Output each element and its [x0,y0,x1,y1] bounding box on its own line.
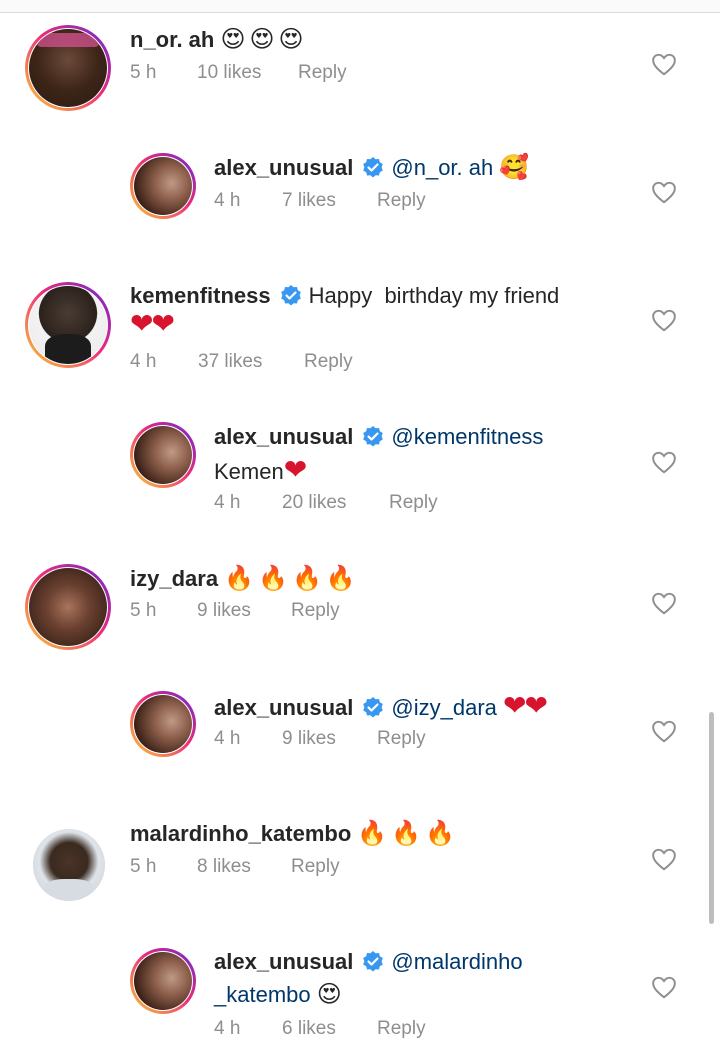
timestamp: 4 h [214,492,241,513]
reply-button[interactable]: Reply [377,190,426,212]
reply-button[interactable]: Reply [291,600,340,622]
reply-button[interactable]: Reply [304,351,353,373]
avatar[interactable] [130,153,196,219]
avatar[interactable] [130,948,196,1014]
emoji: ❤❤ [130,308,175,339]
username[interactable]: n_or. ah [130,27,214,52]
heart-icon[interactable] [651,719,677,743]
comment-text: Happy birthday my friend [308,283,560,308]
verified-badge-icon [280,285,301,306]
verified-badge-icon [363,951,384,972]
timestamp: 4 h [214,190,241,211]
likes-count[interactable]: 6 likes [282,1018,336,1040]
timestamp: 4 h [214,728,241,749]
timestamp: 5 h [130,856,157,877]
heart-icon[interactable] [651,975,677,999]
timestamp: 4 h [214,1018,241,1039]
mention-link[interactable]: @izy_dara [391,695,497,720]
likes-count[interactable]: 20 likes [282,492,346,514]
likes-count[interactable]: 9 likes [197,600,251,622]
reply-button[interactable]: Reply [377,728,426,750]
mention-link[interactable]: @kemenfitness [391,424,543,449]
emoji: ❤ [283,454,308,485]
verified-badge-icon [363,697,384,718]
mention-link[interactable]: @n_or. ah [391,155,493,180]
heart-icon[interactable] [651,180,677,204]
emoji: 😍 [316,981,346,1008]
reply-button[interactable]: Reply [298,62,347,84]
comment-text: Kemen [214,459,284,484]
heart-icon[interactable] [651,450,677,474]
likes-count[interactable]: 10 likes [197,62,261,84]
likes-count[interactable]: 7 likes [282,190,336,212]
username[interactable]: alex_unusual [214,949,353,974]
likes-count[interactable]: 9 likes [282,728,336,750]
username[interactable]: alex_unusual [214,424,353,449]
username[interactable]: alex_unusual [214,155,353,180]
verified-badge-icon [363,426,384,447]
timestamp: 5 h [130,62,157,83]
mention-link[interactable]: @malardinho [391,949,522,974]
username[interactable]: kemenfitness [130,283,271,308]
timestamp: 5 h [130,600,157,621]
scrollbar[interactable] [709,712,714,924]
likes-count[interactable]: 8 likes [197,856,251,878]
emoji: 🔥🔥🔥 [357,820,460,847]
verified-badge-icon [363,157,384,178]
username[interactable]: izy_dara [130,566,218,591]
emoji: 🥰 [499,154,534,181]
avatar[interactable] [25,25,111,111]
likes-count[interactable]: 37 likes [198,351,262,373]
top-divider [0,0,720,13]
avatar[interactable] [25,282,111,368]
emoji: 🔥🔥🔥🔥 [224,565,360,592]
reply-button[interactable]: Reply [291,856,340,878]
reply-button[interactable]: Reply [377,1018,426,1040]
heart-icon[interactable] [651,308,677,332]
emoji: ❤❤ [503,690,548,721]
avatar[interactable] [33,829,105,901]
avatar[interactable] [130,691,196,757]
heart-icon[interactable] [651,847,677,871]
username[interactable]: alex_unusual [214,695,353,720]
avatar[interactable] [130,422,196,488]
timestamp: 4 h [130,351,157,372]
heart-icon[interactable] [651,52,677,76]
avatar[interactable] [25,564,111,650]
reply-button[interactable]: Reply [389,492,438,514]
username[interactable]: malardinho_katembo [130,821,351,846]
mention-link-continued[interactable]: _katembo [214,982,311,1007]
emoji: 😍😍😍 [220,26,308,53]
heart-icon[interactable] [651,591,677,615]
